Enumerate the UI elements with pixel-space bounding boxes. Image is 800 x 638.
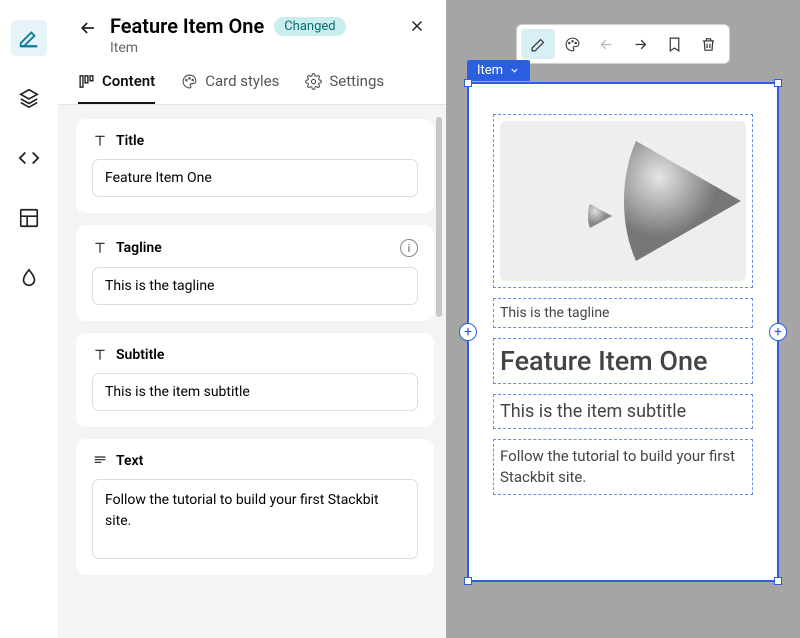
close-icon [408, 17, 426, 35]
field-label: Title [116, 133, 144, 149]
preview-text: Follow the tutorial to build your first … [500, 446, 746, 488]
fields-area: Title Feature Item One Tagline i This is… [58, 105, 446, 638]
rail-layers[interactable] [11, 80, 47, 116]
pencil-icon [18, 27, 40, 49]
layout-icon [18, 207, 40, 229]
trash-icon [700, 36, 717, 53]
header-text: Feature Item One Changed Item [110, 14, 396, 56]
field-card-subtitle: Subtitle This is the item subtitle [76, 333, 434, 427]
subtitle-input[interactable]: This is the item subtitle [92, 373, 418, 411]
editor-panel: Feature Item One Changed Item Content Ca… [58, 0, 446, 638]
text-input[interactable]: Follow the tutorial to build your first … [92, 479, 418, 559]
preview-stage: Item + + This is the tagline Feature Ite… [467, 82, 779, 582]
text-icon [92, 347, 108, 363]
gear-icon [305, 73, 322, 90]
preview-title: Feature Item One [500, 345, 746, 377]
code-icon [18, 147, 40, 169]
preview-text-slot[interactable]: Follow the tutorial to build your first … [493, 439, 753, 495]
toolbar-back[interactable] [589, 29, 623, 59]
chevron-down-icon [509, 65, 520, 76]
rail-edit[interactable] [11, 20, 47, 56]
palette-icon [564, 36, 581, 53]
close-button[interactable] [408, 16, 426, 40]
preview-area: Item + + This is the tagline Feature Ite… [446, 0, 800, 638]
palette-icon [181, 73, 198, 90]
arrow-left-icon [78, 18, 98, 38]
tab-card-styles[interactable]: Card styles [181, 72, 279, 104]
bookmark-icon [666, 36, 683, 53]
field-label-row: Title [92, 133, 418, 149]
rail-layout[interactable] [11, 200, 47, 236]
field-label-row: Tagline i [92, 239, 418, 257]
back-button[interactable] [78, 18, 98, 42]
toolbar-trash[interactable] [691, 29, 725, 59]
rail-code[interactable] [11, 140, 47, 176]
field-label-row: Subtitle [92, 347, 418, 363]
arrow-left-icon [598, 36, 615, 53]
field-label: Text [116, 453, 143, 469]
preview-toolbar [516, 24, 730, 64]
paragraph-icon [92, 453, 108, 469]
preview-media-slot[interactable] [493, 114, 753, 288]
preview-title-slot[interactable]: Feature Item One [493, 338, 753, 384]
field-label: Subtitle [116, 347, 164, 363]
tabs: Content Card styles Settings [58, 56, 446, 105]
toolbar-edit[interactable] [521, 29, 555, 59]
field-label-row: Text [92, 453, 418, 469]
panel-title: Feature Item One [110, 14, 264, 38]
selection-label[interactable]: Item [467, 60, 530, 81]
content-icon [78, 73, 95, 90]
selected-element[interactable]: + + This is the tagline Feature Item One… [467, 82, 779, 582]
resize-handle-br[interactable] [774, 577, 782, 585]
add-handle-right[interactable]: + [769, 323, 787, 341]
preview-subtitle-slot[interactable]: This is the item subtitle [493, 394, 753, 429]
arrow-right-icon [632, 36, 649, 53]
pencil-icon [530, 36, 547, 53]
tab-settings-label: Settings [329, 72, 384, 90]
field-label: Tagline [116, 240, 162, 256]
side-rail [0, 0, 58, 638]
tagline-input[interactable]: This is the tagline [92, 267, 418, 305]
rail-drop[interactable] [11, 260, 47, 296]
status-badge: Changed [274, 17, 345, 36]
preview-tagline-slot[interactable]: This is the tagline [493, 298, 753, 328]
tab-content-label: Content [102, 72, 155, 90]
field-card-tagline: Tagline i This is the tagline [76, 225, 434, 321]
text-icon [92, 133, 108, 149]
media-placeholder [500, 121, 746, 281]
selection-label-text: Item [477, 63, 503, 78]
preview-subtitle: This is the item subtitle [500, 401, 746, 422]
text-icon [92, 240, 108, 256]
panel-subtitle: Item [110, 40, 396, 56]
tab-content[interactable]: Content [78, 72, 155, 104]
tab-settings[interactable]: Settings [305, 72, 384, 104]
add-handle-left[interactable]: + [459, 323, 477, 341]
title-input[interactable]: Feature Item One [92, 159, 418, 197]
title-row: Feature Item One Changed [110, 14, 396, 38]
toolbar-palette[interactable] [555, 29, 589, 59]
scrollbar[interactable] [436, 117, 442, 317]
resize-handle-bl[interactable] [464, 577, 472, 585]
drop-icon [18, 267, 40, 289]
resize-handle-tl[interactable] [464, 79, 472, 87]
layers-icon [18, 87, 40, 109]
tab-card-styles-label: Card styles [205, 72, 279, 90]
play-icon-large [596, 126, 746, 276]
toolbar-forward[interactable] [623, 29, 657, 59]
field-card-title: Title Feature Item One [76, 119, 434, 213]
preview-tagline: This is the tagline [500, 305, 746, 321]
field-card-text: Text Follow the tutorial to build your f… [76, 439, 434, 575]
info-icon[interactable]: i [400, 239, 418, 257]
resize-handle-tr[interactable] [774, 79, 782, 87]
toolbar-bookmark[interactable] [657, 29, 691, 59]
panel-header: Feature Item One Changed Item [58, 0, 446, 56]
